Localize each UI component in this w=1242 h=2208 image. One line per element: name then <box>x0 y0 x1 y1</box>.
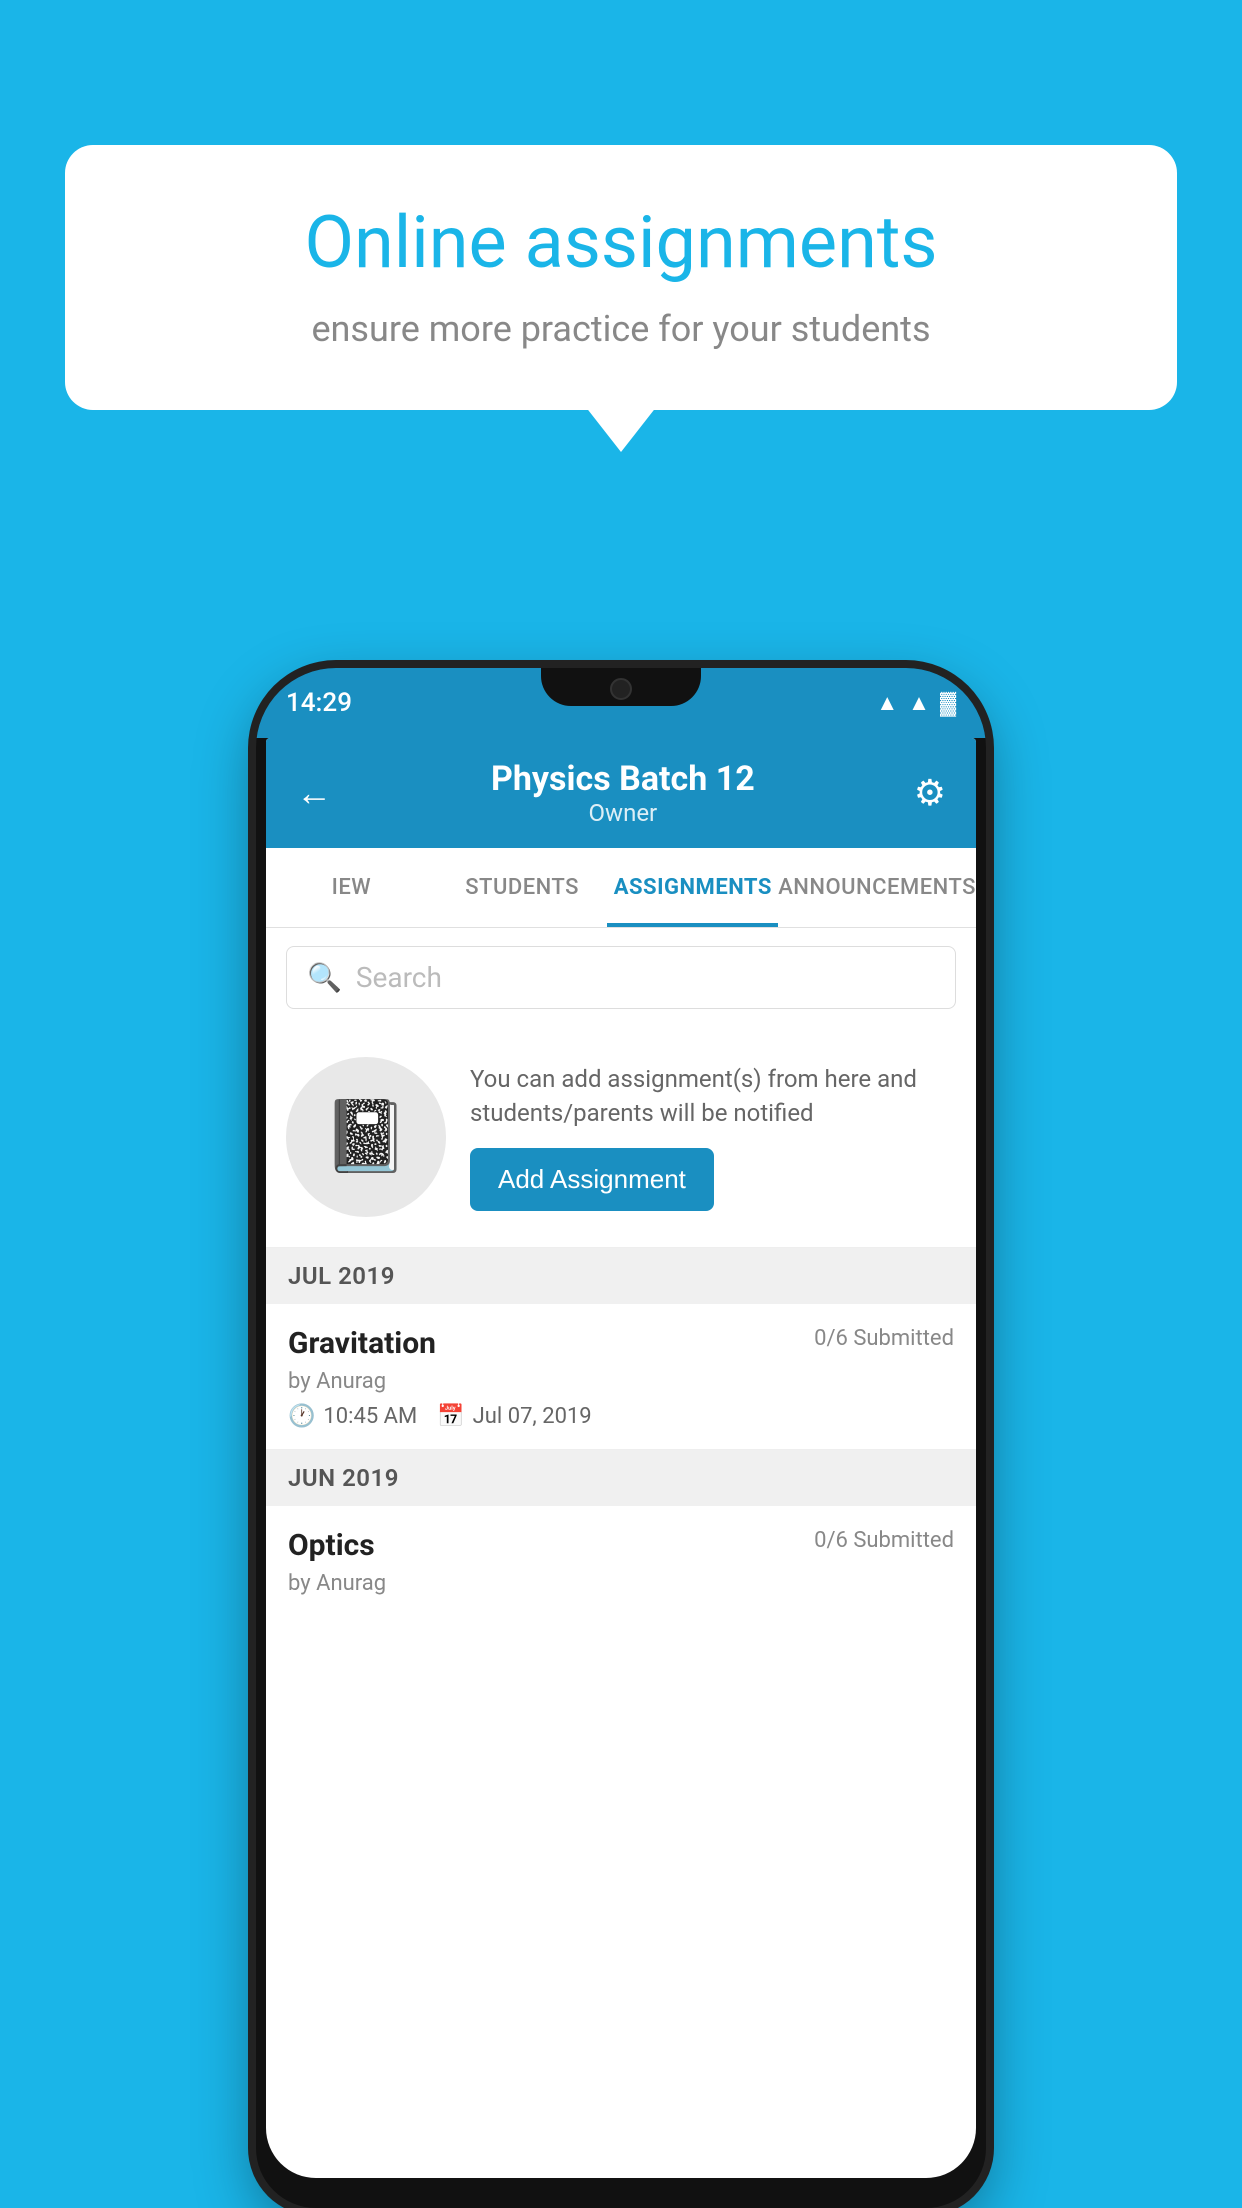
tab-iew[interactable]: IEW <box>266 848 437 927</box>
search-icon: 🔍 <box>307 961 342 994</box>
add-assignment-right: You can add assignment(s) from here and … <box>470 1063 956 1211</box>
assignment-top-row: Gravitation 0/6 Submitted <box>288 1326 954 1361</box>
app-header: ← Physics Batch 12 Owner ⚙ <box>266 738 976 848</box>
assignment-submitted-gravitation: 0/6 Submitted <box>814 1326 954 1351</box>
assignment-date: Jul 07, 2019 <box>473 1404 592 1429</box>
assignment-time: 10:45 AM <box>323 1404 417 1429</box>
assignment-optics-top-row: Optics 0/6 Submitted <box>288 1528 954 1563</box>
wifi-icon: ▲ <box>876 690 898 716</box>
speech-bubble-title: Online assignments <box>135 200 1107 286</box>
settings-icon[interactable]: ⚙ <box>914 772 946 814</box>
assignment-icon-circle: 📓 <box>286 1057 446 1217</box>
search-bar[interactable]: 🔍 Search <box>286 946 956 1009</box>
clock-icon: 🕐 <box>288 1404 315 1429</box>
assignment-meta-gravitation: 🕐 10:45 AM 📅 Jul 07, 2019 <box>288 1404 954 1429</box>
add-assignment-description: You can add assignment(s) from here and … <box>470 1063 956 1130</box>
calendar-icon: 📅 <box>437 1404 464 1429</box>
phone-frame: 14:29 ▲ ▲ ▓ ← Physics Batch 12 Owner ⚙ I… <box>256 668 986 2208</box>
phone-screen: ← Physics Batch 12 Owner ⚙ IEW STUDENTS … <box>266 738 976 2178</box>
assignment-gravitation[interactable]: Gravitation 0/6 Submitted by Anurag 🕐 10… <box>266 1304 976 1450</box>
status-time: 14:29 <box>286 688 352 718</box>
status-icons: ▲ ▲ ▓ <box>876 690 956 716</box>
back-button[interactable]: ← <box>296 772 332 814</box>
tab-students[interactable]: STUDENTS <box>437 848 608 927</box>
add-assignment-section: 📓 You can add assignment(s) from here an… <box>266 1027 976 1248</box>
assignment-time-meta: 🕐 10:45 AM <box>288 1404 417 1429</box>
assignment-name-gravitation: Gravitation <box>288 1326 436 1361</box>
signal-icon: ▲ <box>908 690 930 716</box>
assignment-name-optics: Optics <box>288 1528 375 1563</box>
speech-bubble-subtitle: ensure more practice for your students <box>135 308 1107 350</box>
notebook-icon: 📓 <box>322 1096 409 1178</box>
battery-icon: ▓ <box>940 690 956 716</box>
section-header-jul: JUL 2019 <box>266 1248 976 1304</box>
header-center: Physics Batch 12 Owner <box>491 759 755 827</box>
tabs-container: IEW STUDENTS ASSIGNMENTS ANNOUNCEMENTS <box>266 848 976 928</box>
search-placeholder: Search <box>356 961 442 994</box>
batch-subtitle: Owner <box>491 799 755 827</box>
assignment-optics[interactable]: Optics 0/6 Submitted by Anurag <box>266 1506 976 1620</box>
tab-assignments[interactable]: ASSIGNMENTS <box>607 848 778 927</box>
assignment-date-meta: 📅 Jul 07, 2019 <box>437 1404 591 1429</box>
assignment-by-optics: by Anurag <box>288 1571 954 1596</box>
search-container: 🔍 Search <box>266 928 976 1027</box>
speech-bubble: Online assignments ensure more practice … <box>65 145 1177 410</box>
assignment-submitted-optics: 0/6 Submitted <box>814 1528 954 1553</box>
status-bar: 14:29 ▲ ▲ ▓ <box>256 668 986 738</box>
add-assignment-button[interactable]: Add Assignment <box>470 1148 714 1211</box>
section-header-jun: JUN 2019 <box>266 1450 976 1506</box>
tab-announcements[interactable]: ANNOUNCEMENTS <box>778 848 976 927</box>
camera <box>610 678 632 700</box>
batch-title: Physics Batch 12 <box>491 759 755 799</box>
phone-notch <box>541 668 701 706</box>
speech-bubble-container: Online assignments ensure more practice … <box>65 145 1177 410</box>
assignment-by-gravitation: by Anurag <box>288 1369 954 1394</box>
